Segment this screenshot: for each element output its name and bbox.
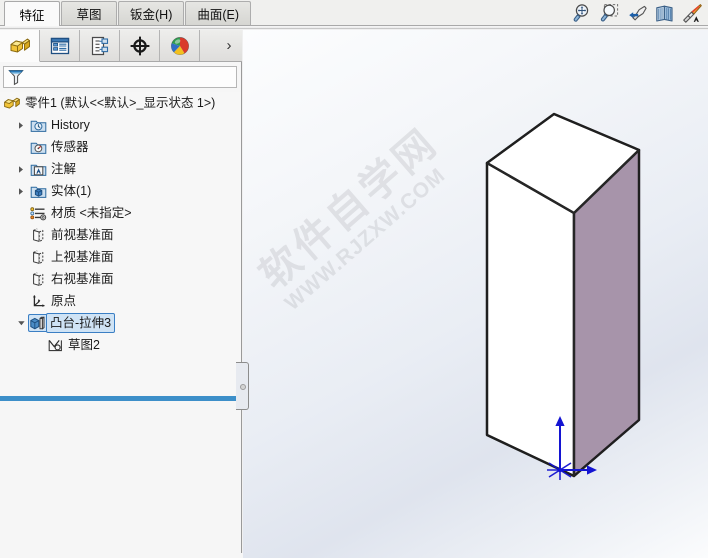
view-toolbar (571, 1, 704, 25)
tab-features-label: 特征 (19, 8, 45, 23)
splitter-grip-dot (240, 384, 246, 390)
tree-item-extrude-boss-3[interactable]: 凸台-拉伸3 (0, 312, 241, 334)
tree-item-sketch-2-label: 草图2 (68, 338, 100, 352)
configuration-manager-tab[interactable] (80, 30, 120, 61)
twisty-collapsed-icon[interactable] (14, 180, 28, 202)
twisty-collapsed-icon[interactable] (14, 158, 28, 180)
solid-bodies-icon (28, 182, 48, 200)
manager-tabs-overflow-label: › (226, 37, 232, 54)
tree-item-top-plane-label: 上视基准面 (51, 250, 114, 264)
tree-item-sensors[interactable]: 传感器 (0, 136, 241, 158)
solidworks-window: 特征 草图 钣金(H) 曲面(E) › 零件1 (默认<<默认>_显示状态 1>… (0, 0, 708, 558)
panel-bottom-filler (0, 553, 243, 558)
tree-item-top-plane[interactable]: 上视基准面 (0, 246, 241, 268)
section-view-button[interactable] (652, 2, 677, 25)
twisty-none (14, 136, 28, 158)
previous-view-icon (629, 5, 647, 21)
zoom-to-area-button[interactable] (598, 2, 623, 25)
plane-icon (28, 248, 48, 266)
extrude-boss-icon (28, 314, 48, 332)
manager-tab-row: › (0, 30, 242, 62)
manager-tab-filler (200, 30, 216, 61)
feature-manager-tab[interactable] (0, 30, 40, 62)
tree-item-front-plane[interactable]: 前视基准面 (0, 224, 241, 246)
tree-filter-input[interactable] (3, 66, 237, 88)
tree-item-annotations[interactable]: 注解 (0, 158, 241, 180)
twisty-none (14, 202, 28, 224)
tab-sketch[interactable]: 草图 (61, 1, 117, 25)
tree-root-label: 零件1 (默认<<默认>_显示状态 1>) (25, 96, 216, 110)
tree-item-material[interactable]: 材质 <未指定> (0, 202, 241, 224)
dimxpert-manager-tab[interactable] (120, 30, 160, 61)
property-manager-tab[interactable] (40, 30, 80, 61)
tab-sheetmetal-label: 钣金(H) (130, 8, 173, 22)
previous-view-button[interactable] (625, 2, 650, 25)
manager-tabs-overflow-button[interactable]: › (216, 30, 242, 61)
display-manager-tab[interactable] (160, 30, 200, 61)
origin-icon (28, 292, 48, 310)
tree-item-right-plane[interactable]: 右视基准面 (0, 268, 241, 290)
tab-features[interactable]: 特征 (4, 1, 60, 26)
twisty-none (14, 268, 28, 290)
tree-item-history[interactable]: History (0, 114, 241, 136)
view-orientation-icon (682, 4, 702, 23)
twisty-none (14, 246, 28, 268)
property-list-icon (50, 37, 69, 54)
feature-tree-icon (10, 38, 30, 52)
tabstrip-underline (0, 26, 708, 29)
tree-item-annotations-label: 注解 (51, 162, 77, 176)
tree-item-right-plane-label: 右视基准面 (51, 272, 114, 286)
feature-manager-panel: › 零件1 (默认<<默认>_显示状态 1>) History 传感器 注解 实… (0, 30, 242, 558)
display-manager-sphere-icon (170, 36, 189, 55)
graphics-area[interactable]: 软件自学网 WWW.RJZXW.COM (243, 30, 708, 558)
filter-funnel-icon (8, 70, 24, 86)
tree-item-origin[interactable]: 原点 (0, 290, 241, 312)
panel-splitter-handle[interactable] (236, 362, 249, 410)
sketch-icon (45, 336, 65, 354)
view-orientation-button[interactable] (679, 2, 704, 25)
zoom-to-fit-icon (573, 4, 589, 22)
dimxpert-crosshair-icon (130, 36, 149, 55)
material-icon (28, 204, 48, 222)
tree-item-history-label: History (51, 118, 90, 132)
tree-empty-area (0, 401, 241, 558)
twisty-none (31, 334, 45, 356)
tree-item-front-plane-label: 前视基准面 (51, 228, 114, 242)
tab-surfaces-label: 曲面(E) (197, 8, 240, 22)
section-view-icon (656, 5, 673, 22)
annotations-folder-icon (28, 160, 48, 178)
zoom-to-area-icon (600, 4, 619, 22)
tab-sketch-label: 草图 (76, 8, 102, 22)
tree-item-sensors-label: 传感器 (51, 140, 89, 154)
tree-item-solid-bodies-label: 实体(1) (51, 184, 92, 198)
configuration-icon (91, 36, 108, 55)
tree-root-item[interactable]: 零件1 (默认<<默认>_显示状态 1>) (0, 92, 241, 114)
model-rectangular-box[interactable] (243, 30, 708, 558)
twisty-none (14, 290, 28, 312)
sensors-folder-icon (28, 138, 48, 156)
tree-item-extrude-boss-3-label: 凸台-拉伸3 (46, 313, 116, 333)
part-icon (2, 94, 22, 112)
plane-icon (28, 226, 48, 244)
twisty-expanded-icon[interactable] (14, 312, 28, 334)
tree-item-solid-bodies[interactable]: 实体(1) (0, 180, 241, 202)
tree-item-sketch-2[interactable]: 草图2 (0, 334, 241, 356)
plane-icon (28, 270, 48, 288)
twisty-none (14, 224, 28, 246)
tree-item-material-label: 材质 <未指定> (51, 206, 132, 220)
tab-sheetmetal[interactable]: 钣金(H) (118, 1, 185, 25)
feature-tree: 零件1 (默认<<默认>_显示状态 1>) History 传感器 注解 实体(… (0, 92, 241, 400)
zoom-to-fit-button[interactable] (571, 2, 596, 25)
tree-item-origin-label: 原点 (51, 294, 77, 308)
history-folder-icon (28, 116, 48, 134)
tab-surfaces[interactable]: 曲面(E) (185, 1, 252, 25)
twisty-collapsed-icon[interactable] (14, 114, 28, 136)
